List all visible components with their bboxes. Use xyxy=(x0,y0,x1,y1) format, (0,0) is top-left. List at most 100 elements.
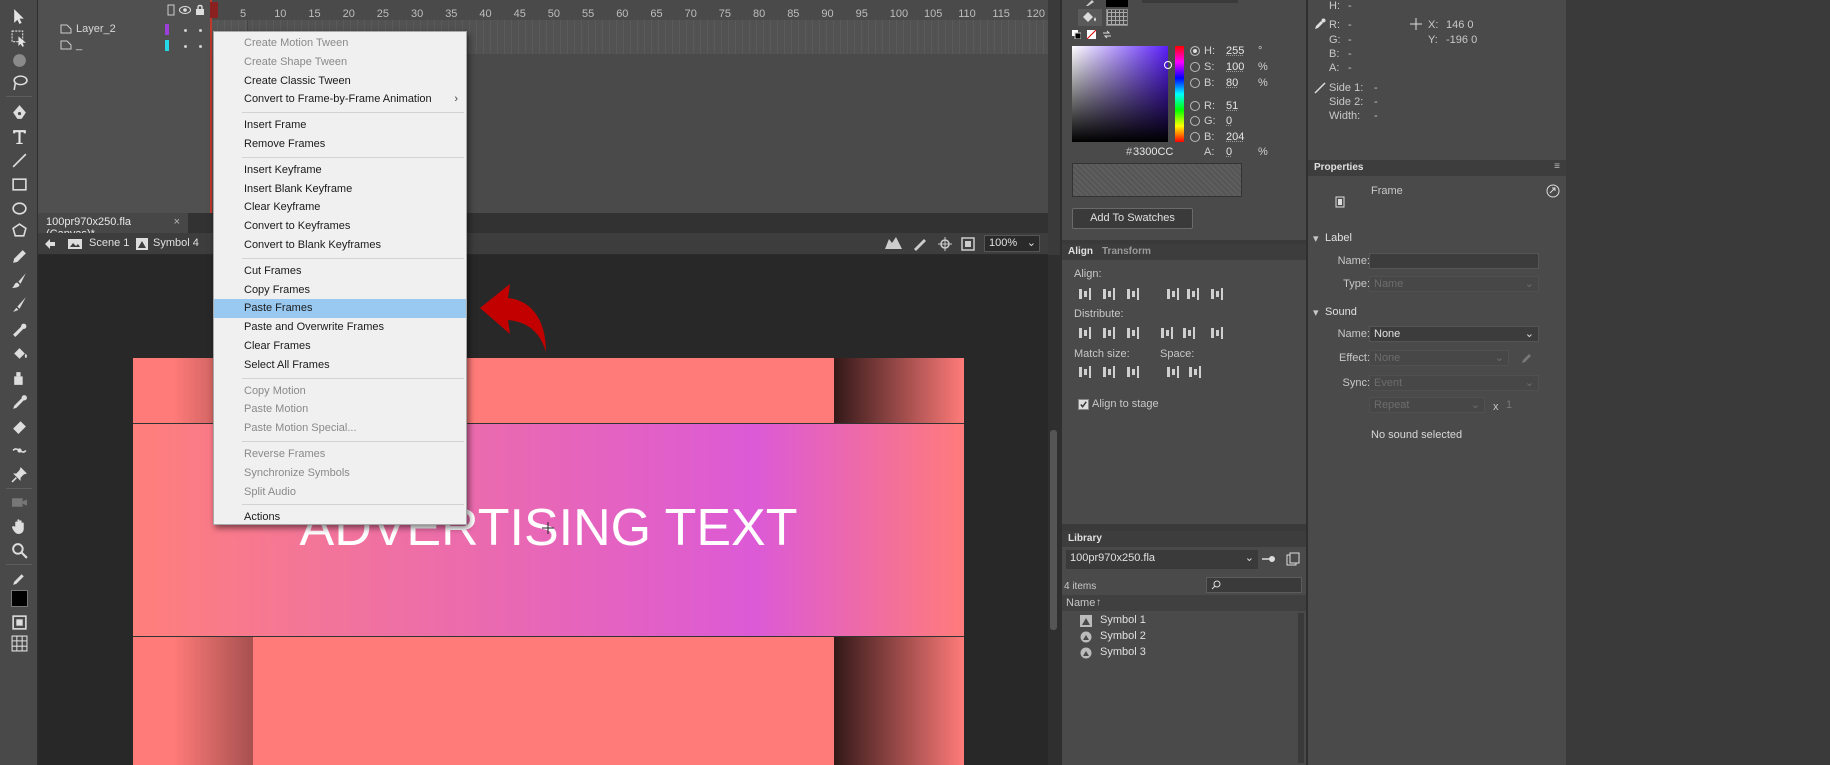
library-search-input[interactable] xyxy=(1206,577,1302,593)
pen-tool-icon[interactable] xyxy=(9,102,29,122)
menu-item[interactable]: Actions xyxy=(214,508,466,527)
black-white-icon[interactable] xyxy=(1072,30,1081,39)
back-arrow-icon[interactable] xyxy=(44,238,56,250)
distribute-left-icon[interactable] xyxy=(1160,326,1174,340)
chevron-down-icon[interactable]: ▾ xyxy=(1313,232,1319,245)
stroke-color-icon[interactable] xyxy=(9,568,29,588)
radio-button[interactable] xyxy=(1190,132,1200,142)
subselection-tool-icon[interactable] xyxy=(9,28,29,48)
label-type-select[interactable]: Name ⌄ xyxy=(1369,276,1539,292)
visibility-dot[interactable] xyxy=(184,29,187,32)
paint-bucket-tool-icon[interactable] xyxy=(9,344,29,364)
document-tab[interactable]: 100pr970x250.fla (Canvas)* × xyxy=(38,213,188,240)
zoom-tool-icon[interactable] xyxy=(9,540,29,560)
text-tool-icon[interactable] xyxy=(9,126,29,146)
name-column-header[interactable]: Name xyxy=(1066,597,1095,609)
repeat-count[interactable]: 1 xyxy=(1506,399,1512,411)
chevron-down-icon[interactable]: ▾ xyxy=(1313,306,1319,319)
menu-item[interactable]: Copy Frames xyxy=(214,281,466,300)
stroke-color-icon[interactable] xyxy=(1084,0,1100,6)
camera-tool-icon[interactable] xyxy=(9,492,29,512)
layer-name[interactable]: _ xyxy=(76,39,82,51)
line-tool-icon[interactable] xyxy=(9,150,29,170)
tab-properties[interactable]: Properties xyxy=(1314,162,1363,173)
distribute-top-icon[interactable] xyxy=(1078,326,1092,340)
green-value[interactable]: 0 xyxy=(1226,115,1232,127)
hue-slider[interactable] xyxy=(1175,46,1184,142)
layer-color-swatch[interactable] xyxy=(165,24,169,35)
lock-icon[interactable] xyxy=(194,4,206,16)
menu-item[interactable]: Cut Frames xyxy=(214,262,466,281)
distribute-vcenter-icon[interactable] xyxy=(1102,326,1116,340)
menu-item[interactable]: Clear Frames xyxy=(214,337,466,356)
match-width-icon[interactable] xyxy=(1078,365,1092,379)
library-scrollbar[interactable] xyxy=(1298,613,1304,763)
width-tool-icon[interactable] xyxy=(9,440,29,460)
edit-pencil-icon[interactable] xyxy=(1520,351,1534,365)
paint-brush-tool-icon[interactable] xyxy=(9,270,29,290)
rectangle-tool-icon[interactable] xyxy=(9,174,29,194)
selection-tool-icon[interactable] xyxy=(9,6,29,26)
menu-item[interactable]: Insert Frame xyxy=(214,116,466,135)
sync-select[interactable]: Event ⌄ xyxy=(1369,375,1539,391)
snap-grid-icon[interactable] xyxy=(9,633,29,653)
edit-symbols-icon[interactable] xyxy=(912,237,928,251)
tab-transform[interactable]: Transform xyxy=(1102,246,1151,257)
add-to-swatches-button[interactable]: Add To Swatches xyxy=(1072,208,1193,229)
align-hcenter-icon[interactable] xyxy=(1102,287,1116,301)
visibility-dot[interactable] xyxy=(184,45,187,48)
eraser-tool-icon[interactable] xyxy=(9,416,29,436)
stage-color-icon[interactable] xyxy=(884,237,904,251)
object-drawing-icon[interactable] xyxy=(9,612,29,632)
sound-section-header[interactable]: Sound xyxy=(1325,306,1357,318)
stroke-swatch[interactable] xyxy=(1106,0,1128,7)
align-bottom-icon[interactable] xyxy=(1210,287,1224,301)
lasso-tool-icon[interactable] xyxy=(9,72,29,92)
bone-tool-icon[interactable] xyxy=(9,320,29,340)
menu-item[interactable]: Create Classic Tween xyxy=(214,72,466,91)
lock-dot[interactable] xyxy=(199,29,202,32)
menu-item[interactable]: Remove Frames xyxy=(214,135,466,154)
clip-content-icon[interactable] xyxy=(961,237,975,251)
breadcrumb-scene[interactable]: Scene 1 xyxy=(89,237,129,249)
pencil-tool-icon[interactable] xyxy=(9,246,29,266)
align-vcenter-icon[interactable] xyxy=(1186,287,1200,301)
distribute-bottom-icon[interactable] xyxy=(1126,326,1140,340)
library-document-select[interactable]: 100pr970x250.fla ⌄ xyxy=(1066,550,1258,569)
layer-name[interactable]: Layer_2 xyxy=(76,23,116,35)
radio-button[interactable] xyxy=(1190,62,1200,72)
menu-item[interactable]: Insert Keyframe xyxy=(214,161,466,180)
panel-menu-icon[interactable]: ≡ xyxy=(1554,161,1560,172)
breadcrumb-symbol[interactable]: Symbol 4 xyxy=(153,237,199,249)
sound-name-select[interactable]: None ⌄ xyxy=(1369,326,1539,342)
lock-dot[interactable] xyxy=(199,45,202,48)
swap-colors-icon[interactable] xyxy=(1102,30,1112,39)
3d-rotation-tool-icon[interactable] xyxy=(9,50,29,70)
pin-icon[interactable] xyxy=(1262,553,1276,565)
align-to-stage-checkbox[interactable] xyxy=(1078,399,1089,410)
hex-value[interactable]: 3300CC xyxy=(1133,146,1173,158)
ink-bottle-tool-icon[interactable] xyxy=(9,368,29,388)
align-right-icon[interactable] xyxy=(1126,287,1140,301)
banner-bottom-strip[interactable] xyxy=(133,637,964,765)
match-height-icon[interactable] xyxy=(1102,365,1116,379)
menu-item[interactable]: Insert Blank Keyframe xyxy=(214,180,466,199)
close-icon[interactable]: × xyxy=(174,216,180,228)
label-section-header[interactable]: Label xyxy=(1325,232,1352,244)
layer-color-swatch[interactable] xyxy=(165,40,169,51)
tab-align[interactable]: Align xyxy=(1068,246,1093,257)
menu-item[interactable]: Convert to Frame-by-Frame Animation › xyxy=(214,90,466,109)
frame-ruler[interactable]: 1510152025303540455055606570758085909510… xyxy=(210,0,1048,20)
hue-value[interactable]: 255 xyxy=(1226,45,1244,57)
space-evenly-horizontal-icon[interactable] xyxy=(1166,365,1180,379)
new-library-panel-icon[interactable] xyxy=(1286,552,1300,566)
menu-item[interactable]: Convert to Blank Keyframes xyxy=(214,236,466,255)
stage-vertical-scrollbar[interactable] xyxy=(1048,255,1060,765)
polystar-tool-icon[interactable] xyxy=(9,220,29,240)
distribute-hcenter-icon[interactable] xyxy=(1182,326,1196,340)
menu-item[interactable]: Convert to Keyframes xyxy=(214,217,466,236)
brightness-value[interactable]: 80 xyxy=(1226,77,1238,89)
radio-button[interactable] xyxy=(1190,116,1200,126)
menu-item[interactable]: Paste and Overwrite Frames xyxy=(214,318,466,337)
oval-tool-icon[interactable] xyxy=(9,198,29,218)
